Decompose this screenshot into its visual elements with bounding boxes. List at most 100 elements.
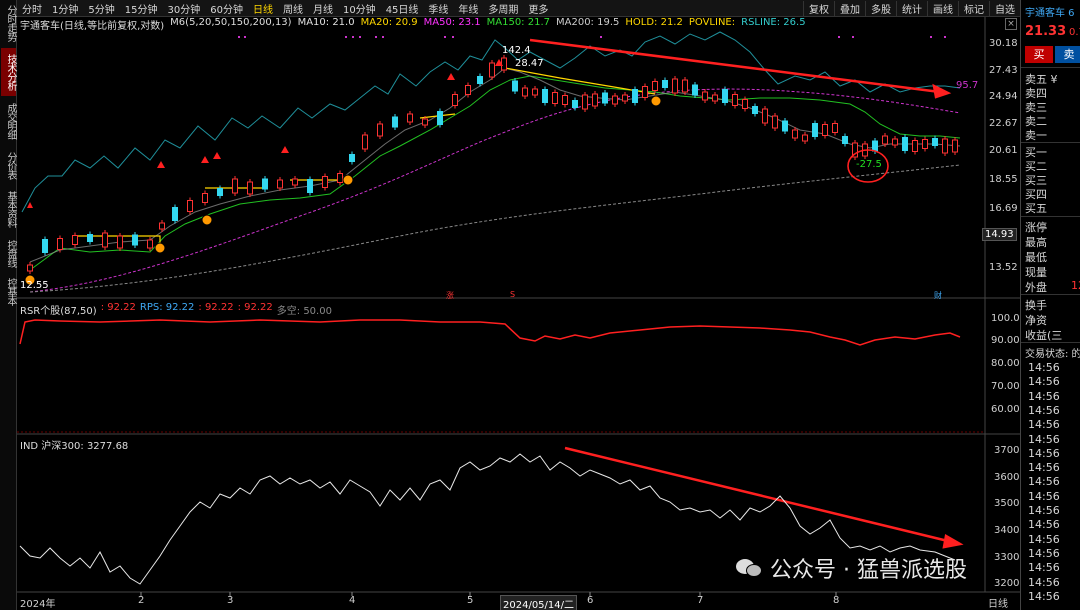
candle-body [349, 154, 355, 162]
period-30min[interactable]: 30分钟 [162, 1, 205, 16]
candle-body [132, 234, 138, 246]
tick-time: 14:56 [1028, 589, 1060, 603]
rsr-value2: : 92.22 [198, 302, 234, 313]
ma-green-line [29, 75, 961, 271]
ma50-label: MA50: 23.1 [423, 17, 481, 28]
turnover: 换手 [1025, 299, 1047, 312]
x-label: 2 [138, 595, 145, 606]
bid5: 买五 [1025, 202, 1047, 215]
period-45day[interactable]: 45日线 [381, 1, 424, 16]
candle-body [72, 235, 78, 245]
period-timeshare[interactable]: 分时 [17, 1, 47, 16]
period-monthly[interactable]: 月线 [308, 1, 338, 16]
last-price-box: 14.93 [982, 228, 1017, 241]
rsline-label: RSLINE: 26.5 [741, 17, 806, 28]
period-15min[interactable]: 15分钟 [120, 1, 163, 16]
rsr-tick: 80.00 [991, 358, 1020, 369]
candle-body [892, 138, 898, 146]
period-indicator[interactable]: 日线 [988, 595, 1008, 610]
candle-body [922, 139, 928, 149]
candle-body [702, 91, 708, 101]
candle-body [942, 138, 948, 154]
rsline-end-label: 95.7 [956, 80, 979, 91]
period-daily[interactable]: 日线 [248, 1, 278, 16]
index-panel-title: IND 沪深300: 3277.68 [20, 441, 129, 452]
candle-body [532, 88, 538, 96]
ma150-line [29, 88, 961, 293]
outer-volume-value: 12 [1071, 279, 1080, 292]
candle-body [552, 92, 558, 104]
quote-price: 21.33 [1025, 24, 1067, 39]
candle-body [477, 76, 483, 84]
multi-stock-button[interactable]: 多股 [865, 1, 896, 16]
pivot-markers [24, 95, 662, 286]
mark-button[interactable]: 标记 [958, 1, 989, 16]
x-label: 8 [833, 595, 840, 606]
period-quarter[interactable]: 季线 [423, 1, 453, 16]
hold-segments [75, 67, 656, 248]
overlay-button[interactable]: 叠加 [834, 1, 865, 16]
candle-body [652, 81, 658, 91]
candle-body [622, 94, 628, 102]
tick-time: 14:56 [1028, 518, 1060, 532]
quote-stock-name: 宇通客车 6 [1025, 8, 1075, 19]
candle-body [812, 123, 818, 137]
tick-time: 14:56 [1028, 546, 1060, 560]
candle-body [712, 94, 718, 102]
candle-body [392, 116, 398, 128]
price-tick: 30.18 [989, 38, 1018, 49]
tick-time: 14:56 [1028, 561, 1060, 575]
candle-body [307, 179, 313, 193]
candle-body [682, 79, 688, 93]
nav-tab-control-basic[interactable]: 控基本 [1, 274, 16, 308]
candle-body [932, 138, 938, 146]
period-60min[interactable]: 60分钟 [205, 1, 248, 16]
candle-body [42, 239, 48, 253]
candle-body [842, 136, 848, 144]
nav-tab-timeshare[interactable]: 分时走势 [1, 0, 16, 46]
tick-time: 14:56 [1028, 475, 1060, 489]
rsr-line [19, 319, 961, 346]
buy-button[interactable]: 买 [1025, 46, 1053, 63]
x-label: 5 [467, 595, 474, 606]
trend-arrow-price [529, 38, 952, 99]
candle-body [612, 95, 618, 105]
tick-time: 14:56 [1028, 375, 1060, 389]
period-1min[interactable]: 1分钟 [47, 1, 83, 16]
candle-body [542, 89, 548, 103]
candle-body [952, 139, 958, 153]
candle-body [512, 80, 518, 92]
candle-body [437, 111, 443, 125]
nav-tab-price-table[interactable]: 分价表 [1, 146, 16, 184]
adjust-button[interactable]: 复权 [803, 1, 834, 16]
cursor-date-label: 2024/05/14/二 [500, 595, 578, 610]
period-year[interactable]: 年线 [453, 1, 483, 16]
nav-tab-basic-info[interactable]: 基本资料 [1, 186, 16, 232]
sell-button[interactable]: 卖 [1055, 46, 1080, 63]
candle-body [217, 188, 223, 196]
low-left-label: 12.55 [20, 280, 49, 291]
nav-tab-technical[interactable]: 技术分析 [1, 48, 16, 96]
draw-line-button[interactable]: 画线 [927, 1, 958, 16]
statistics-button[interactable]: 统计 [896, 1, 927, 16]
period-weekly[interactable]: 周线 [278, 1, 308, 16]
nav-tab-control-line[interactable]: 控盘线 [1, 234, 16, 272]
marker-s: S [510, 290, 516, 299]
close-panel-icon[interactable]: × [1005, 18, 1017, 30]
hold-label: HOLD: 21.2 [625, 17, 683, 28]
candle-body [592, 93, 598, 107]
low: 最低 [1025, 251, 1047, 264]
candle-body [522, 87, 528, 97]
index-tick: 3500 [994, 498, 1020, 509]
tick-time: 14:56 [1028, 532, 1060, 546]
candle-body [187, 200, 193, 212]
period-more[interactable]: 更多 [523, 1, 553, 16]
period-10min[interactable]: 10分钟 [338, 1, 381, 16]
trade-status: 交易状态: 的 [1025, 349, 1080, 360]
candle-body [159, 222, 165, 230]
period-5min[interactable]: 5分钟 [83, 1, 119, 16]
period-multi[interactable]: 多周期 [483, 1, 523, 16]
watermark: 公众号 · 猛兽派选股 [736, 552, 967, 584]
watchlist-button[interactable]: 自选 [989, 1, 1020, 16]
nav-tab-details[interactable]: 成交明细 [1, 98, 16, 144]
